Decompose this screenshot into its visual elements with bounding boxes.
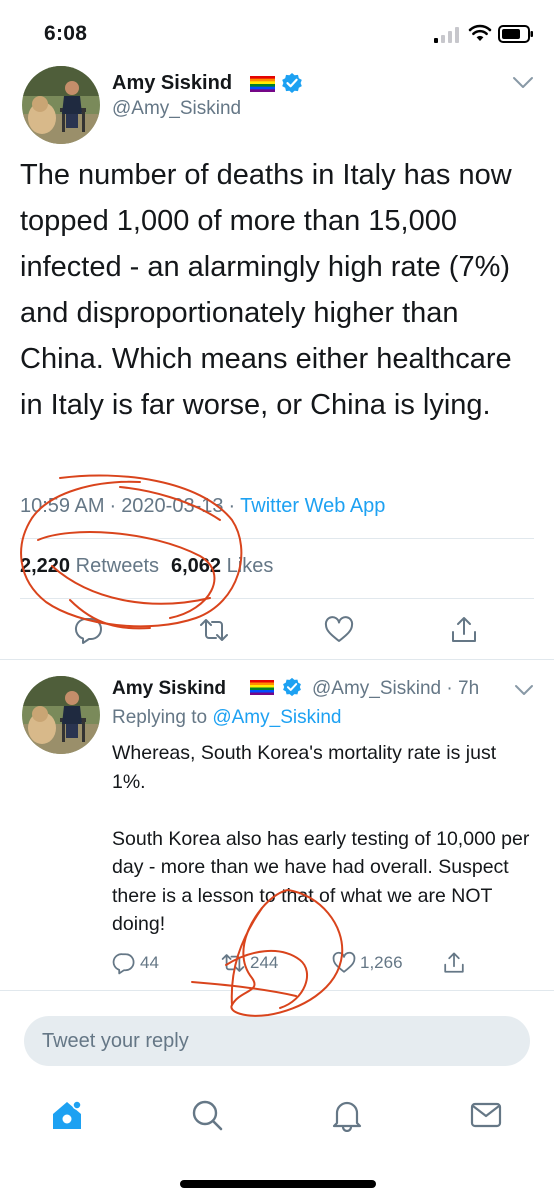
meta-separator: · xyxy=(228,495,236,517)
replying-to: Replying to @Amy_Siskind xyxy=(112,707,341,729)
home-indicator xyxy=(180,1180,376,1188)
tweet-timestamp: 10:59 AM · 2020-03-13 · Twitter Web App xyxy=(20,495,385,518)
rainbow-flag-icon xyxy=(250,76,275,92)
divider xyxy=(20,598,534,599)
reply-count: 44 xyxy=(140,953,159,972)
retweets-label: Retweets xyxy=(75,555,159,577)
home-icon[interactable] xyxy=(50,1098,84,1132)
reply-input[interactable] xyxy=(42,1029,530,1053)
reply-icon[interactable] xyxy=(74,615,104,645)
reply-composer[interactable] xyxy=(24,1016,530,1066)
share-action[interactable] xyxy=(442,950,470,976)
retweet-action[interactable]: 244 xyxy=(220,950,278,976)
reply-paragraph: Whereas, South Korea's mortality rate is… xyxy=(112,742,497,793)
search-icon[interactable] xyxy=(190,1098,224,1132)
verified-badge-icon xyxy=(283,677,301,697)
reply-paragraph: South Korea also has early testing of 10… xyxy=(112,827,530,936)
avatar[interactable] xyxy=(22,66,100,144)
likes-label: Likes xyxy=(226,555,274,577)
reply-tweet[interactable]: Amy Siskind @Amy_Siskind · 7h Replying t… xyxy=(0,660,554,990)
tweet-time: 10:59 AM xyxy=(20,495,105,517)
messages-icon[interactable] xyxy=(469,1098,503,1132)
author-name[interactable]: Amy Siskind xyxy=(112,72,232,95)
avatar-photo xyxy=(22,66,100,144)
chevron-down-icon[interactable] xyxy=(514,684,534,696)
author-handle[interactable]: @Amy_Siskind xyxy=(312,678,441,699)
tweet-date: 2020-03-13 xyxy=(121,495,224,517)
tweet-text: The number of deaths in Italy has now to… xyxy=(20,159,512,421)
like-icon[interactable] xyxy=(324,615,354,645)
cellular-signal-icon xyxy=(434,27,459,43)
reply-handle-time[interactable]: @Amy_Siskind · 7h xyxy=(312,678,479,700)
tab-bar xyxy=(0,1080,554,1160)
tweet-age: · 7h xyxy=(446,678,480,699)
reply-action[interactable]: 44 xyxy=(112,950,159,976)
rainbow-flag-icon xyxy=(250,680,274,695)
main-tweet: Amy Siskind @Amy_Siskind The number of d… xyxy=(0,62,554,662)
status-bar: 6:08 xyxy=(0,0,554,66)
author-handle[interactable]: @Amy_Siskind xyxy=(112,98,241,120)
reply-text: Whereas, South Korea's mortality rate is… xyxy=(112,739,532,939)
divider xyxy=(0,990,554,991)
battery-icon xyxy=(498,25,533,43)
reply-author-name[interactable]: Amy Siskind xyxy=(112,678,226,700)
like-icon xyxy=(332,951,356,973)
likes-stat[interactable]: 6,062 Likes xyxy=(171,555,273,577)
status-time: 6:08 xyxy=(44,22,88,45)
retweets-count: 2,220 xyxy=(20,555,71,577)
notifications-icon[interactable] xyxy=(330,1098,364,1132)
share-icon[interactable] xyxy=(449,615,479,645)
wifi-icon xyxy=(468,24,492,41)
avatar-photo xyxy=(22,676,100,754)
retweet-icon[interactable] xyxy=(199,615,229,645)
share-icon xyxy=(444,952,464,973)
like-count: 1,266 xyxy=(360,953,403,972)
chevron-down-icon[interactable] xyxy=(512,76,534,90)
author-name[interactable]: Amy Siskind xyxy=(112,678,226,699)
verified-badge-icon xyxy=(282,73,302,93)
reply-actions: 44 244 1,266 xyxy=(112,950,532,980)
tweet-source-link[interactable]: Twitter Web App xyxy=(240,495,385,517)
retweets-stat[interactable]: 2,220 Retweets xyxy=(20,555,159,577)
likes-count: 6,062 xyxy=(171,555,222,577)
divider xyxy=(20,538,534,539)
replying-to-mention[interactable]: @Amy_Siskind xyxy=(212,707,341,728)
like-action[interactable]: 1,266 xyxy=(332,950,403,976)
replying-to-label: Replying to xyxy=(112,707,208,728)
meta-separator: · xyxy=(109,495,117,517)
retweet-count: 244 xyxy=(250,953,279,972)
retweet-icon xyxy=(221,954,245,972)
reply-icon xyxy=(112,953,135,975)
engagement-stats: 2,220 Retweets 6,062 Likes xyxy=(20,555,273,578)
avatar[interactable] xyxy=(22,676,100,754)
